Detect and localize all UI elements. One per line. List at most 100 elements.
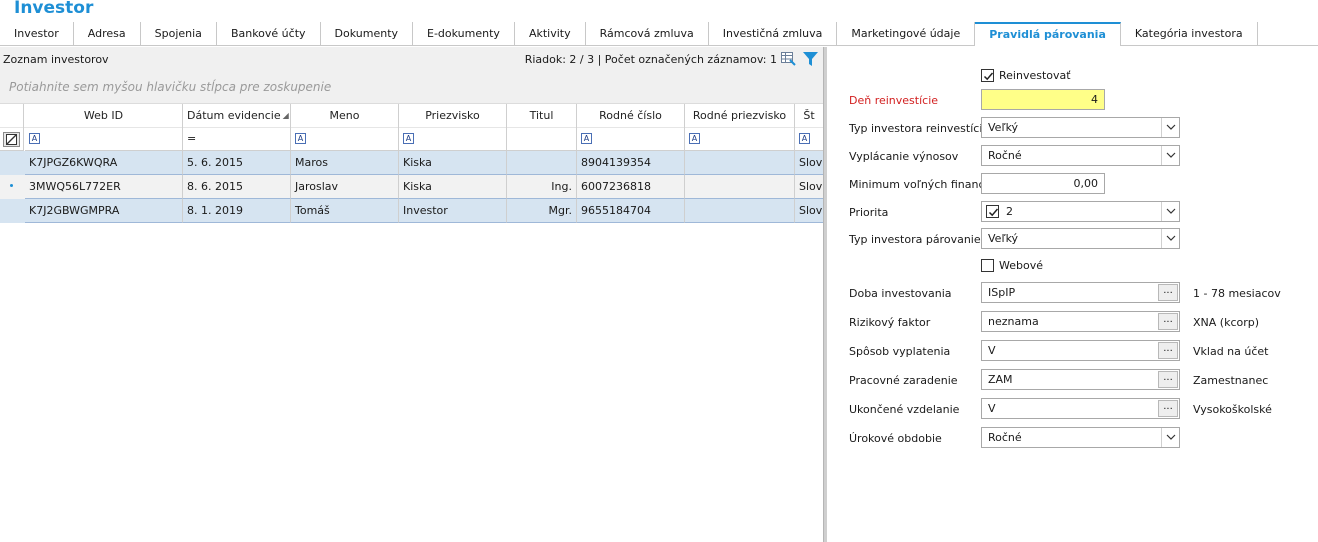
tab-ramcova-zmluva[interactable]: Rámcová zmluva [586,22,709,45]
clear-filter-icon [3,132,20,147]
tab-bankove-ucty[interactable]: Bankové účty [217,22,321,45]
priorita-select[interactable]: 2 [981,201,1180,222]
filter-titul[interactable] [507,128,577,151]
filter-text-icon: A [403,132,414,144]
clear-filter-button[interactable] [0,128,24,151]
tab-investicna-zmluva[interactable]: Investičná zmluva [709,22,838,45]
checkmark-icon [983,72,994,81]
pracovne-browse-button[interactable]: ... [1158,371,1178,388]
cell-rodne-priezvisko [685,151,795,175]
vzdelanie-browse-button[interactable]: ... [1158,400,1178,417]
tab-aktivity[interactable]: Aktivity [515,22,586,45]
doba-description: 1 - 78 mesiacov [1193,287,1281,300]
chevron-down-icon [1166,208,1176,214]
dropdown-button[interactable] [1161,229,1179,248]
rizikovy-label: Rizikový faktor [849,316,931,329]
doba-browse-button[interactable]: ... [1158,284,1178,301]
list-header: Zoznam investorov Riadok: 2 / 3 | Počet … [0,47,823,72]
filter-text-icon: A [295,132,306,144]
checkmark-icon [988,208,999,217]
filter-meno[interactable]: A [291,128,399,151]
typ-parovanie-label: Typ investora párovanie [849,233,981,246]
priorita-value: 2 [1006,205,1013,218]
column-header-priezvisko[interactable]: Priezvisko [399,104,507,128]
filter-icon[interactable] [803,51,818,67]
filter-datum[interactable]: = [183,128,291,151]
column-header-datum[interactable]: Dátum evidencie ◢ [183,104,291,128]
minimum-field[interactable]: 0,00 [981,173,1105,194]
tab-spojenia[interactable]: Spojenia [141,22,217,45]
column-header-stat[interactable]: Št [795,104,823,128]
cell-priezvisko: Kiska [399,175,507,199]
urokove-select[interactable]: Ročné [981,427,1180,448]
panel-splitter[interactable] [823,47,827,542]
column-header-rodne-cislo[interactable]: Rodné číslo [577,104,685,128]
vyplacanie-select[interactable]: Ročné [981,145,1180,166]
tab-adresa[interactable]: Adresa [74,22,141,45]
tab-kategoria-investora[interactable]: Kategória investora [1121,22,1258,45]
pracovne-field[interactable]: ZAM ... [981,369,1180,390]
column-header-web-id[interactable]: Web ID [25,104,183,128]
sposob-field[interactable]: V ... [981,340,1180,361]
filter-priezvisko[interactable]: A [399,128,507,151]
typ-parovanie-select[interactable]: Veľký [981,228,1180,249]
filter-text-icon: A [29,132,40,144]
dropdown-button[interactable] [1161,428,1179,447]
cell-meno: Jaroslav [291,175,399,199]
tab-marketingove-udaje[interactable]: Marketingové údaje [837,22,976,45]
list-title: Zoznam investorov [3,53,109,66]
filter-stat[interactable]: A [795,128,823,151]
den-reinvesticie-field[interactable]: 4 [981,89,1105,110]
priorita-checkbox[interactable] [986,205,999,218]
tab-investor[interactable]: Investor [0,22,74,45]
list-status: Riadok: 2 / 3 | Počet označených záznamo… [524,53,777,66]
sposob-browse-button[interactable]: ... [1158,342,1178,359]
priorita-label: Priorita [849,206,889,219]
tab-pravidla-parovania[interactable]: Pravidlá párovania [975,22,1121,46]
doba-field[interactable]: ISpIP ... [981,282,1180,303]
column-header-datum-label: Dátum evidencie [187,109,281,122]
table-row[interactable]: K7J2GBWGMPRA 8. 1. 2019 Tomáš Investor M… [0,199,823,223]
minimum-label: Minimum voľných financií [849,178,991,191]
urokove-label: Úrokové obdobie [849,432,942,445]
webove-label: Webové [999,259,1043,272]
den-reinvesticie-label: Deň reinvestície [849,94,939,107]
vyplacanie-label: Vyplácanie výnosov [849,150,959,163]
urokove-value: Ročné [988,431,1022,444]
rizikovy-browse-button[interactable]: ... [1158,313,1178,330]
vzdelanie-field[interactable]: V ... [981,398,1180,419]
column-header-rodne-priezvisko[interactable]: Rodné priezvisko [685,104,795,128]
chevron-down-icon [1166,235,1176,241]
cell-datum: 8. 6. 2015 [183,175,291,199]
column-header-meno[interactable]: Meno [291,104,399,128]
sposob-label: Spôsob vyplatenia [849,345,951,358]
pracovne-label: Pracovné zaradenie [849,374,958,387]
chevron-down-icon [1166,152,1176,158]
rizikovy-field[interactable]: neznama ... [981,311,1180,332]
doba-label: Doba investovania [849,287,952,300]
table-row[interactable]: K7JPGZ6KWQRA 5. 6. 2015 Maros Kiska 8904… [0,151,823,175]
cell-titul: Mgr. [507,199,577,223]
dropdown-button[interactable] [1161,118,1179,137]
filter-rodne-priezvisko[interactable]: A [685,128,795,151]
filter-rodne-cislo[interactable]: A [577,128,685,151]
cell-priezvisko: Kiska [399,151,507,175]
typ-reinvest-select[interactable]: Veľký [981,117,1180,138]
group-by-panel[interactable]: Potiahnite sem myšou hlavičku stĺpca pre… [0,72,823,104]
tab-dokumenty[interactable]: Dokumenty [321,22,414,45]
webove-checkbox[interactable] [981,259,994,272]
filter-web-id[interactable]: A [25,128,183,151]
rizikovy-value: neznama [988,315,1039,328]
filter-text-icon: A [689,132,700,144]
tab-e-dokumenty[interactable]: E-dokumenty [413,22,515,45]
grid-settings-icon[interactable] [781,52,796,66]
chevron-down-icon [1166,124,1176,130]
dropdown-button[interactable] [1161,202,1179,221]
dropdown-button[interactable] [1161,146,1179,165]
column-header-titul[interactable]: Titul [507,104,577,128]
typ-reinvest-value: Veľký [988,121,1019,134]
reinvestovat-checkbox[interactable] [981,69,994,82]
table-row[interactable]: 3MWQ56L772ER 8. 6. 2015 Jaroslav Kiska I… [0,175,823,199]
typ-reinvest-label: Typ investora reinvestícia [849,122,990,135]
cell-web-id: 3MWQ56L772ER [25,175,183,199]
